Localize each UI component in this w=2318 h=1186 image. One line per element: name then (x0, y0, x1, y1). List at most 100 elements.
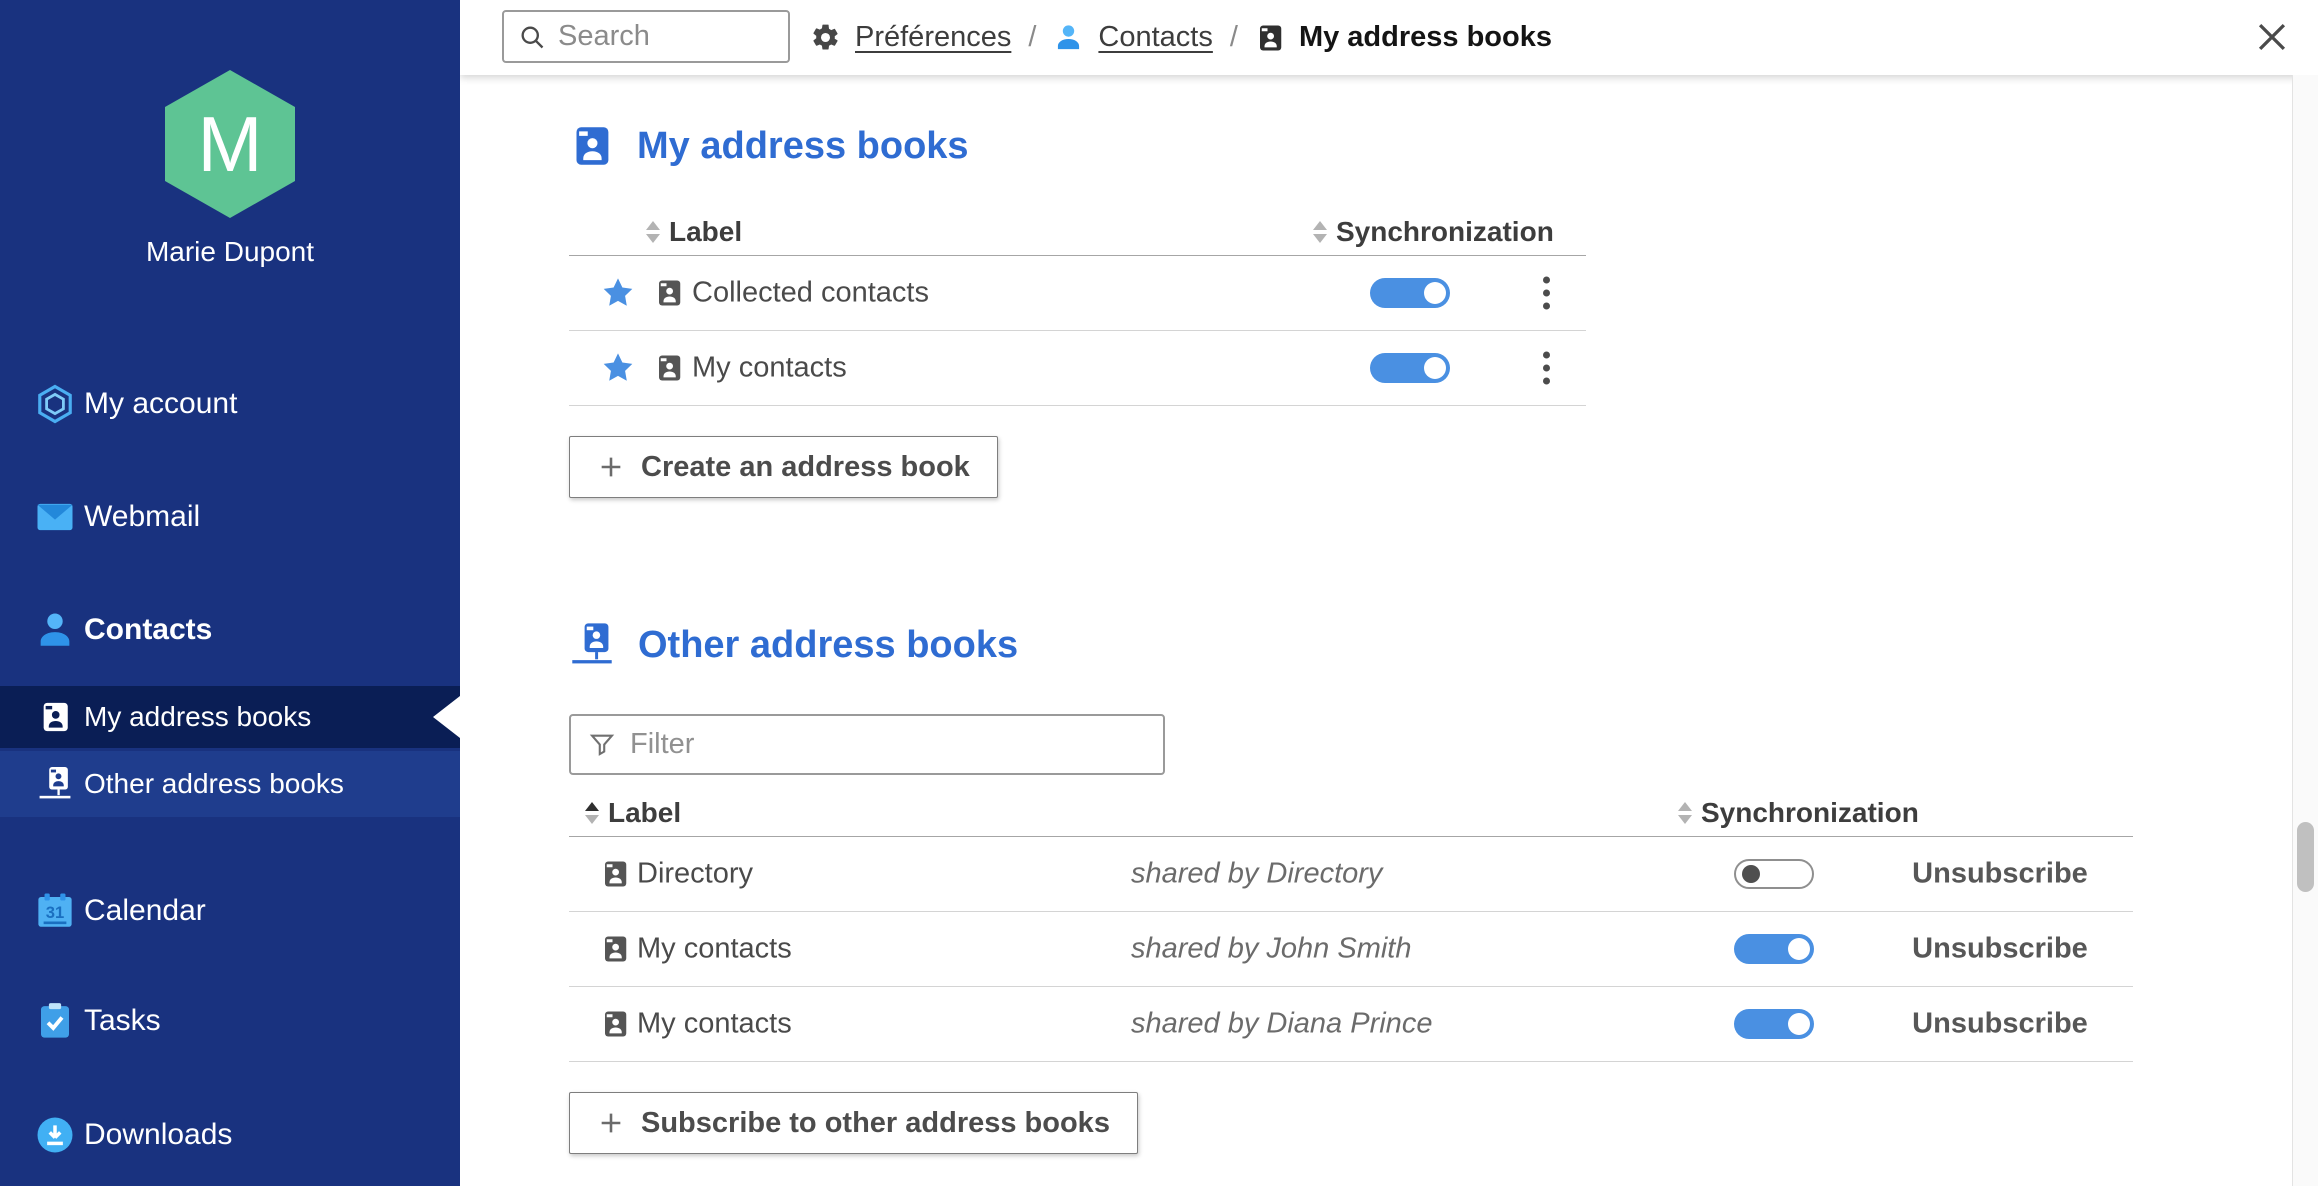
toggle-knob (1788, 1013, 1810, 1035)
sidebar-item-label: Other address books (84, 768, 344, 800)
address-book-name: Directory (637, 858, 753, 891)
sidebar-item-tasks[interactable]: Tasks (0, 993, 460, 1049)
shared-by-text: shared by Diana Prince (1131, 1008, 1432, 1041)
sidebar-item-label: Tasks (84, 1004, 161, 1038)
my-address-books-header: My address books (569, 122, 2292, 170)
row-menu-icon[interactable] (1539, 348, 1554, 389)
avatar: M (165, 70, 295, 218)
table-row: My contacts shared by John Smith Unsubsc… (569, 912, 2133, 987)
close-icon[interactable] (2252, 17, 2292, 57)
favorite-star-icon[interactable] (601, 351, 635, 385)
breadcrumb: Préférences / Contacts / My address book… (810, 0, 1552, 75)
account-icon (33, 382, 77, 426)
sidebar-item-label: My address books (84, 701, 311, 733)
sync-toggle[interactable] (1370, 353, 1450, 383)
sort-icon-ascending (585, 802, 599, 824)
address-book-name: My contacts (637, 1008, 792, 1041)
scrollbar-track (2292, 75, 2318, 1186)
sidebar-item-contacts[interactable]: Contacts (0, 602, 460, 658)
unsubscribe-button[interactable]: Unsubscribe (1895, 1008, 2105, 1041)
sidebar-item-label: Webmail (84, 500, 200, 534)
sidebar-item-my-address-books[interactable]: My address books (0, 686, 460, 748)
calendar-icon: 31 (33, 889, 77, 933)
sync-toggle[interactable] (1734, 859, 1814, 889)
breadcrumb-separator: / (1227, 21, 1241, 54)
plus-icon (597, 1109, 625, 1137)
shared-by-text: shared by John Smith (1131, 933, 1411, 966)
sidebar-item-label: Contacts (84, 613, 212, 647)
breadcrumb-link-preferences[interactable]: Préférences (855, 21, 1011, 54)
sidebar-item-downloads[interactable]: Downloads (0, 1107, 460, 1163)
user-name: Marie Dupont (0, 236, 460, 268)
sort-icon (1678, 802, 1692, 824)
breadcrumb-current: My address books (1299, 21, 1552, 54)
column-header-synchronization[interactable]: Synchronization (1313, 208, 1554, 256)
table-row: Collected contacts (569, 256, 1586, 331)
sync-toggle[interactable] (1370, 278, 1450, 308)
favorite-star-icon[interactable] (601, 276, 635, 310)
my-address-books-table: Label Synchronization Collected contacts (569, 208, 1586, 406)
address-book-icon (654, 353, 684, 383)
scrollbar-thumb[interactable] (2297, 822, 2314, 892)
toggle-knob (1424, 282, 1446, 304)
address-book-icon (600, 1009, 630, 1039)
avatar-initial: M (198, 99, 263, 190)
search-input[interactable] (558, 20, 774, 53)
toggle-knob (1788, 938, 1810, 960)
downloads-icon (33, 1113, 77, 1157)
address-book-name: My contacts (637, 933, 792, 966)
subscribe-address-books-button[interactable]: Subscribe to other address books (569, 1092, 1138, 1154)
svg-text:31: 31 (46, 903, 64, 922)
gear-icon (810, 22, 841, 53)
main-content: My address books Label Synchronization (460, 75, 2292, 1186)
create-address-book-button[interactable]: Create an address book (569, 436, 998, 498)
column-header-label[interactable]: Label (585, 789, 681, 837)
row-menu-icon[interactable] (1539, 273, 1554, 314)
search-box (502, 10, 790, 63)
breadcrumb-separator: / (1025, 21, 1039, 54)
shared-by-text: shared by Directory (1131, 858, 1382, 891)
section-title: My address books (637, 125, 969, 168)
filter-funnel-icon (588, 731, 616, 759)
sort-icon (646, 221, 660, 243)
address-book-name: My contacts (692, 352, 847, 385)
breadcrumb-link-contacts[interactable]: Contacts (1098, 21, 1212, 54)
mail-icon (33, 495, 77, 539)
other-address-books-header: Other address books (569, 620, 2292, 670)
selected-item-notch (433, 696, 460, 738)
plus-icon (597, 453, 625, 481)
sync-toggle[interactable] (1734, 934, 1814, 964)
person-icon (1053, 22, 1084, 53)
toggle-knob (1424, 357, 1446, 379)
table-row: My contacts shared by Diana Prince Unsub… (569, 987, 2133, 1062)
table-header: Label Synchronization (569, 789, 2133, 837)
toggle-knob (1742, 865, 1760, 883)
filter-input[interactable] (630, 728, 1146, 761)
address-book-icon (600, 859, 630, 889)
unsubscribe-button[interactable]: Unsubscribe (1895, 858, 2105, 891)
sidebar-item-my-account[interactable]: My account (0, 376, 460, 432)
table-row: My contacts (569, 331, 1586, 406)
table-header: Label Synchronization (569, 208, 1586, 256)
address-book-icon (569, 122, 614, 170)
sidebar-item-other-address-books[interactable]: Other address books (0, 751, 460, 817)
search-icon (518, 23, 546, 51)
sync-toggle[interactable] (1734, 1009, 1814, 1039)
sidebar: M Marie Dupont My account Webmail Conta (0, 0, 460, 1186)
section-title: Other address books (638, 624, 1018, 667)
filter-box (569, 714, 1165, 775)
unsubscribe-button[interactable]: Unsubscribe (1895, 933, 2105, 966)
sort-icon (1313, 221, 1327, 243)
sidebar-item-webmail[interactable]: Webmail (0, 489, 460, 545)
sidebar-item-label: My account (84, 387, 237, 421)
tasks-icon (33, 999, 77, 1043)
address-book-icon (1255, 23, 1285, 53)
sidebar-item-label: Calendar (84, 894, 206, 928)
sidebar-item-calendar[interactable]: 31 Calendar (0, 883, 460, 939)
table-row: Directory shared by Directory Unsubscrib… (569, 837, 2133, 912)
column-header-synchronization[interactable]: Synchronization (1678, 789, 1919, 837)
address-book-icon (36, 697, 74, 737)
column-header-label[interactable]: Label (646, 208, 742, 256)
address-book-icon (654, 278, 684, 308)
topbar: Préférences / Contacts / My address book… (460, 0, 2318, 75)
